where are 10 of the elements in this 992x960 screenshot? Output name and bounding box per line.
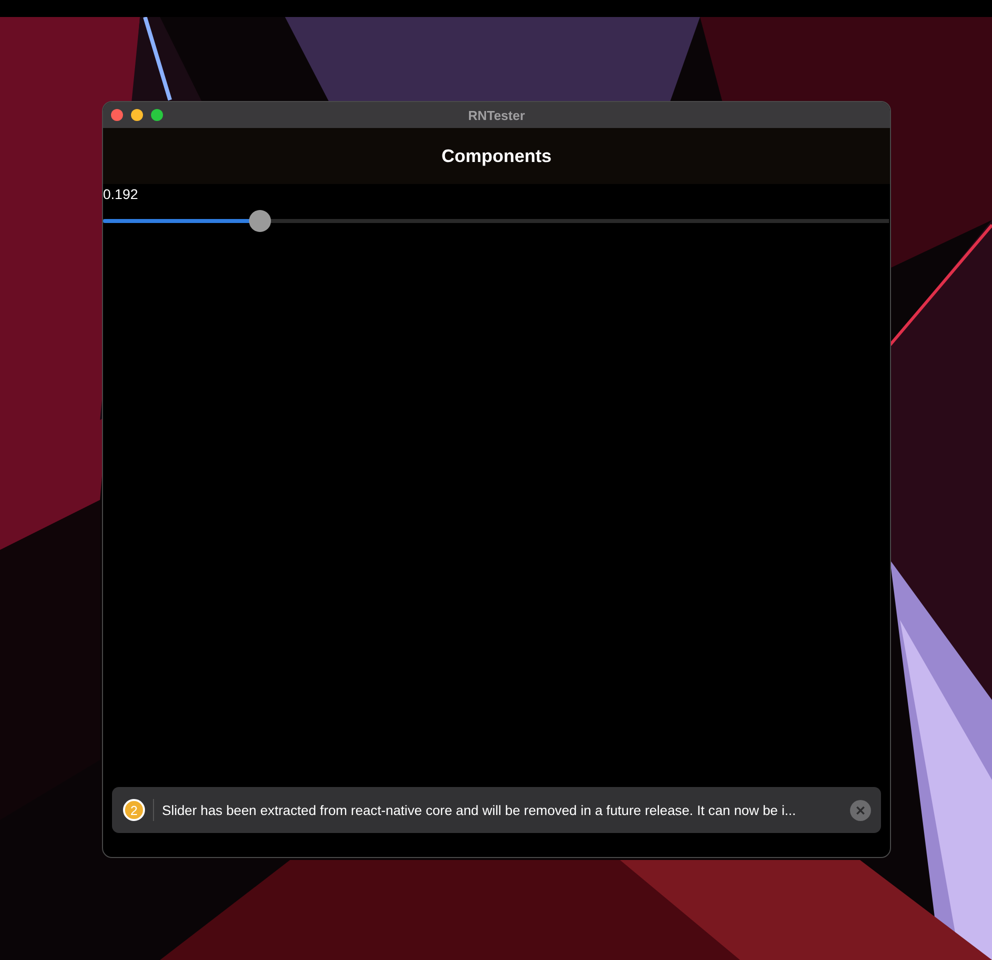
warning-message[interactable]: Slider has been extracted from react-native core and will be removed in a future release. It can now be i... bbox=[162, 802, 842, 818]
warning-count-badge: 2 bbox=[123, 799, 145, 821]
window-title: RNTester bbox=[468, 108, 525, 122]
slider-thumb[interactable] bbox=[249, 210, 272, 232]
zoom-button[interactable] bbox=[151, 109, 163, 121]
screen-title: Components bbox=[442, 146, 552, 166]
close-button[interactable] bbox=[111, 109, 123, 121]
slider-value: 0.192 bbox=[103, 186, 138, 202]
close-icon[interactable] bbox=[850, 800, 871, 820]
minimize-button[interactable] bbox=[131, 109, 143, 121]
